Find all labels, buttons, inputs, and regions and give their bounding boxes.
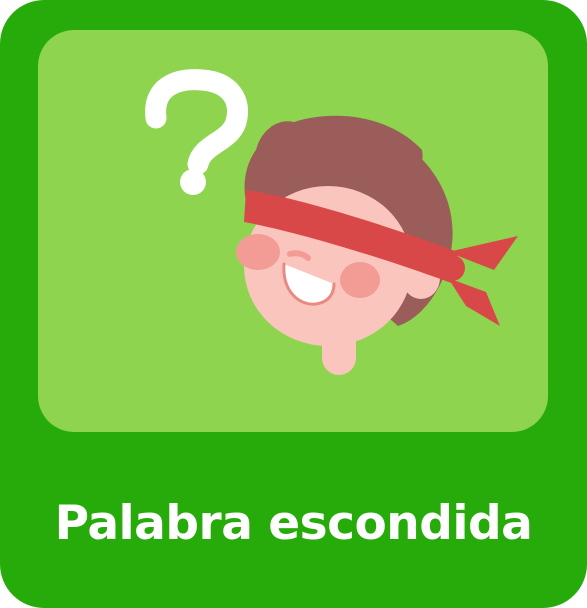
palabra-escondida-tile[interactable]: Palabra escondida <box>0 0 587 608</box>
boy-head-icon <box>236 115 518 375</box>
question-mark-icon <box>145 69 248 195</box>
blindfolded-boy-illustration <box>145 69 518 375</box>
illustration-panel <box>38 30 548 432</box>
tile-label: Palabra escondida <box>54 496 533 551</box>
